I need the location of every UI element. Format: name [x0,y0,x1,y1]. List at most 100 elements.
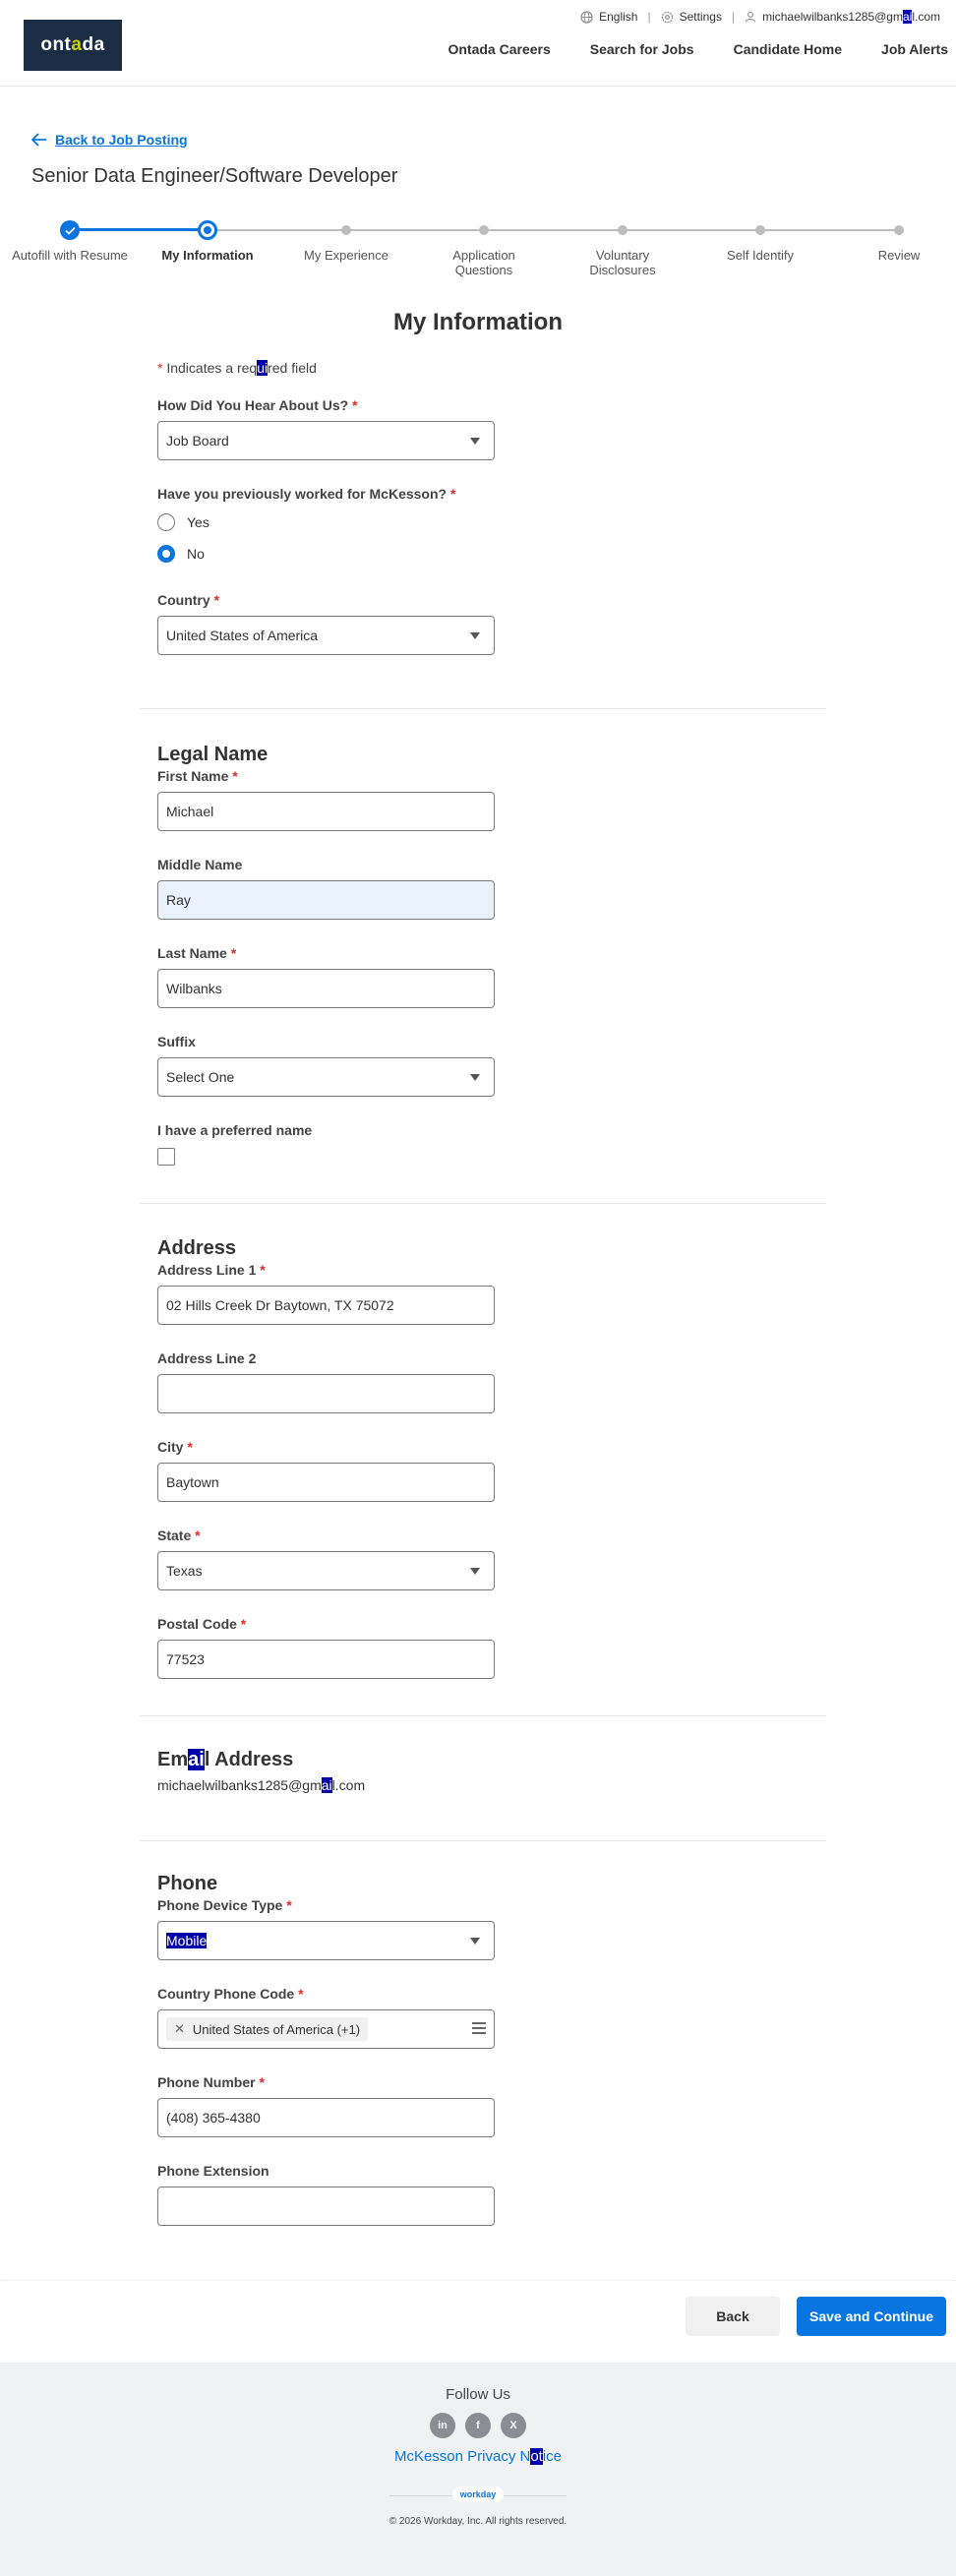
label-text: Phone Number [157,2074,256,2090]
radio-button[interactable] [157,513,175,531]
step-label: Self Identify [727,248,794,263]
required-star: * [230,945,237,961]
back-link-label: Back to Job Posting [55,132,188,148]
action-bar: Back Save and Continue [0,2280,956,2363]
postal-code-field: Postal Code * 77523 [157,1616,826,1679]
radio-option-no[interactable]: No [157,545,826,563]
first-name-input[interactable]: Michael [157,792,495,831]
city-input[interactable]: Baytown [157,1463,495,1502]
ontada-logo[interactable]: ontada [24,20,122,71]
user-icon [745,11,756,23]
caret-down-icon [470,438,480,445]
last-name-label: Last Name * [157,945,826,961]
label-text: Country [157,592,210,608]
phone-number-field: Phone Number * (408) 365-4380 [157,2074,826,2137]
phone-number-input[interactable]: (408) 365-4380 [157,2098,495,2137]
remove-icon[interactable]: ✕ [174,2021,185,2037]
address-line1-field: Address Line 1 * 02 Hills Creek Dr Bayto… [157,1262,826,1325]
step-current-icon [198,220,217,240]
suffix-field: Suffix Select One [157,1034,826,1097]
save-and-continue-button[interactable]: Save and Continue [797,2297,946,2336]
state-select[interactable]: Texas [157,1551,495,1590]
last-name-input[interactable]: Wilbanks [157,969,495,1008]
back-to-job-posting-link[interactable]: Back to Job Posting [31,132,188,148]
back-button[interactable]: Back [686,2297,780,2336]
address-line2-input[interactable] [157,1374,495,1413]
job-title: Senior Data Engineer/Software Developer [31,165,398,187]
nav-search-for-jobs[interactable]: Search for Jobs [590,41,694,57]
suffix-select[interactable]: Select One [157,1057,495,1097]
step-pending-icon [479,225,489,235]
phone-extension-field: Phone Extension [157,2163,826,2226]
account-email-highlight: ai [902,10,913,24]
label-text: Address Line 1 [157,1262,257,1278]
logo-text: ont [40,34,72,55]
preferred-name-checkbox[interactable] [157,1148,175,1166]
legal-name-section: Legal Name First Name * Michael Middle N… [157,744,826,1191]
radio-button-checked[interactable] [157,545,175,563]
middle-name-input[interactable]: Ray [157,880,495,920]
privacy-notice-link[interactable]: McKesson Privacy Notice [0,2448,956,2465]
city-label: City * [157,1439,826,1455]
middle-name-label: Middle Name [157,857,243,872]
legal-name-heading: Legal Name [157,744,269,765]
gear-icon [661,11,673,23]
list-icon[interactable] [472,2022,486,2037]
email-section: Email Address michaelwilbanks1285@gmail.… [157,1749,826,1793]
radio-option-yes[interactable]: Yes [157,513,826,531]
step-application-questions: Application Questions [415,218,553,277]
separator: | [731,10,736,24]
nav-job-alerts[interactable]: Job Alerts [881,41,948,57]
copyright: © 2026 Workday, Inc. All rights reserved… [388,2516,568,2527]
select-value: Job Board [166,433,229,449]
footer: Follow Us in f X McKesson Privacy Notice… [0,2363,956,2576]
phone-extension-input[interactable] [157,2187,495,2226]
linkedin-icon[interactable]: in [430,2413,455,2438]
country-phone-code-input[interactable]: ✕ United States of America (+1) [157,2009,495,2049]
label-text: Phone Device Type [157,1897,283,1913]
arrow-left-icon [31,133,46,147]
settings-label: Settings [679,10,722,24]
language-selector[interactable]: English [580,10,637,24]
required-note: * Indicates a required field [157,360,826,376]
nav-ontada-careers[interactable]: Ontada Careers [448,41,550,57]
input-value: 77523 [166,1651,205,1667]
heading-text: l Address [204,1749,294,1770]
nav-candidate-home[interactable]: Candidate Home [734,41,842,57]
phone-device-type-select[interactable]: Mobile [157,1921,495,1960]
step-pending-icon [618,225,627,235]
step-label: Voluntary Disclosures [589,248,656,277]
postal-code-input[interactable]: 77523 [157,1640,495,1679]
required-note-text: Indicates a req [162,360,258,376]
settings-link[interactable]: Settings [661,10,722,24]
country-select[interactable]: United States of America [157,616,495,655]
postal-code-label: Postal Code * [157,1616,826,1632]
city-field: City * Baytown [157,1439,826,1502]
input-value: 02 Hills Creek Dr Baytown, TX 75072 [166,1297,394,1313]
input-value: Michael [166,804,214,819]
address-line1-input[interactable]: 02 Hills Creek Dr Baytown, TX 75072 [157,1286,495,1325]
preferred-name-label: I have a preferred name [157,1122,313,1138]
how-did-you-hear-select[interactable]: Job Board [157,421,495,460]
page-heading: My Information [393,309,563,335]
account-email-part: michaelwilbanks1285@gm [762,10,903,24]
label-text: Last Name [157,945,227,961]
select-value: United States of America [166,628,319,643]
required-star: * [232,768,238,784]
x-twitter-icon[interactable]: X [501,2413,526,2438]
caret-down-icon [470,1938,480,1945]
facebook-icon[interactable]: f [465,2413,491,2438]
first-name-field: First Name * Michael [157,768,826,831]
required-star: * [213,592,220,608]
last-name-field: Last Name * Wilbanks [157,945,826,1008]
workday-logo: workday [389,2485,567,2506]
link-highlight: ot [530,2448,543,2465]
input-value: Wilbanks [166,981,222,996]
step-self-identify: Self Identify [691,218,829,263]
separator: | [647,10,651,24]
phone-device-type-field: Phone Device Type * Mobile [157,1897,826,1960]
label-text: State [157,1528,192,1543]
address-line2-field: Address Line 2 [157,1350,826,1413]
account-menu[interactable]: michaelwilbanks1285@gmail.com [745,10,940,24]
section-divider [140,1840,826,1841]
